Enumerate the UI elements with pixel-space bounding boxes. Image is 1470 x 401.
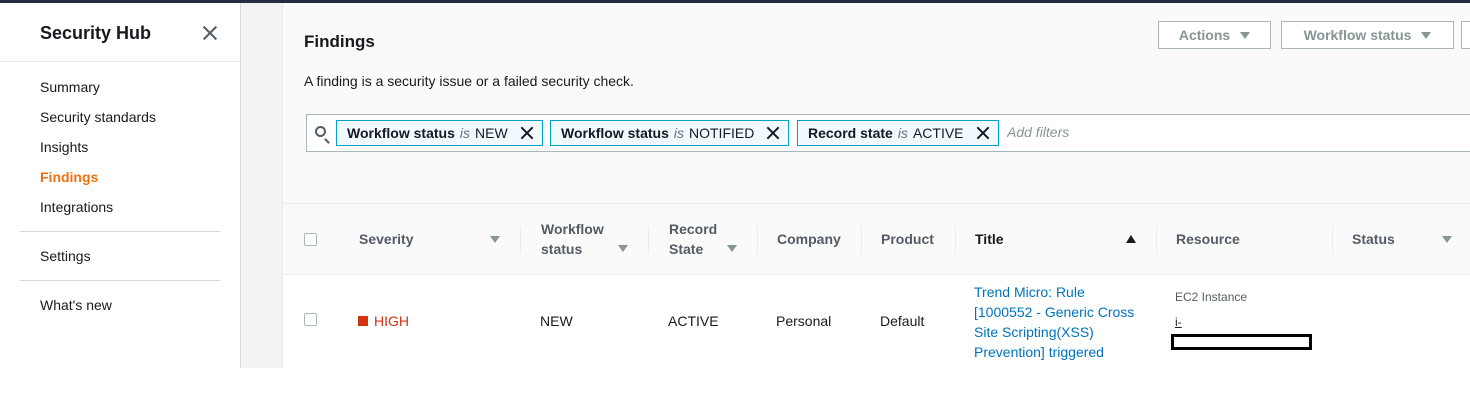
panel-header: Findings A finding is a security issue o…: [283, 3, 1470, 204]
caret-down-icon: [1421, 31, 1432, 39]
column-label: Workflow: [541, 221, 604, 237]
sidebar-item-whats-new[interactable]: What's new: [40, 297, 112, 313]
column-header-company[interactable]: Company: [777, 204, 841, 274]
filter-key: Workflow status: [561, 125, 669, 141]
column-label: Severity: [359, 231, 414, 247]
column-header-record-state[interactable]: Record State: [669, 204, 717, 274]
sidebar-item-security-standards[interactable]: Security standards: [40, 109, 156, 125]
column-header-resource[interactable]: Resource: [1176, 204, 1240, 274]
severity-cell: HIGH: [358, 313, 409, 329]
column-header-workflow-status[interactable]: Workflow status: [541, 204, 604, 274]
column-divider: [1156, 226, 1157, 254]
resource-id-link[interactable]: i-: [1175, 315, 1182, 329]
sidebar-divider: [20, 280, 220, 281]
sort-icon[interactable]: [727, 245, 737, 252]
filter-operator: is: [673, 125, 684, 141]
product-cell: Default: [880, 313, 925, 329]
column-label: Company: [777, 231, 841, 247]
filter-operator: is: [897, 125, 908, 141]
column-divider: [955, 226, 956, 254]
sidebar-item-findings[interactable]: Findings: [40, 169, 98, 185]
workflow-status-button[interactable]: Workflow status: [1281, 21, 1454, 49]
findings-panel: Findings A finding is a security issue o…: [282, 3, 1470, 368]
filter-bar[interactable]: Workflow status is NEW Workflow status i…: [306, 114, 1470, 152]
actions-button[interactable]: Actions: [1158, 21, 1271, 49]
sidebar-divider: [20, 231, 220, 232]
sidebar-item-settings[interactable]: Settings: [40, 248, 91, 264]
remove-filter-icon[interactable]: [976, 126, 990, 140]
side-navigation: Security Hub Summary Security standards …: [0, 3, 241, 368]
column-label: Record: [669, 221, 718, 237]
workflow-status-cell: NEW: [540, 313, 573, 329]
filter-key: Record state: [808, 125, 893, 141]
page-title: Findings: [304, 32, 375, 51]
select-all-checkbox[interactable]: [304, 233, 317, 246]
filter-key: Workflow status: [347, 125, 455, 141]
column-label: Resource: [1176, 231, 1240, 247]
finding-title-link[interactable]: Trend Micro: Rule [1000552 - Generic Cro…: [974, 282, 1134, 362]
filter-token-workflow-status-notified: Workflow status is NOTIFIED: [550, 120, 790, 146]
actions-label: Actions: [1178, 27, 1231, 43]
close-icon[interactable]: [200, 23, 220, 43]
redaction-box: [1171, 334, 1312, 350]
column-label: Title: [975, 231, 1004, 247]
column-divider: [861, 226, 862, 254]
title-line: Prevention] triggered: [974, 344, 1104, 360]
column-divider: [1332, 226, 1333, 254]
sort-icon[interactable]: [618, 245, 628, 252]
resource-type: EC2 Instance: [1175, 290, 1248, 304]
filter-value: NOTIFIED: [689, 125, 755, 141]
column-header-product[interactable]: Product: [881, 204, 934, 274]
sidebar-title: Security Hub: [40, 23, 152, 43]
remove-filter-icon[interactable]: [766, 126, 780, 140]
sort-ascending-icon[interactable]: [1126, 235, 1136, 243]
filter-token-workflow-status-new: Workflow status is NEW: [336, 120, 543, 146]
caret-down-icon: [1240, 31, 1251, 39]
column-header-title[interactable]: Title: [975, 204, 1004, 274]
severity-label: HIGH: [374, 313, 409, 329]
column-divider: [520, 226, 521, 254]
column-label: State: [669, 241, 704, 257]
remove-filter-icon[interactable]: [520, 126, 534, 140]
table-header: Severity Workflow status Record State Comp…: [283, 204, 1470, 275]
filter-value: ACTIVE: [912, 125, 964, 141]
column-label: Product: [881, 231, 934, 247]
company-cell: Personal: [776, 313, 832, 329]
severity-indicator-icon: [358, 316, 368, 326]
page-bottom: [0, 368, 1470, 401]
sidebar-header-divider: [0, 61, 240, 62]
column-divider: [757, 226, 758, 254]
table-row[interactable]: HIGH NEW ACTIVE Personal Default Trend M…: [283, 275, 1470, 368]
title-line: Trend Micro: Rule: [974, 284, 1085, 300]
record-state-cell: ACTIVE: [668, 313, 719, 329]
workflow-status-label: Workflow status: [1303, 27, 1412, 43]
filter-value: NEW: [475, 125, 508, 141]
sort-icon[interactable]: [1442, 236, 1452, 243]
column-label: status: [541, 241, 583, 257]
page-description: A finding is a security issue or a faile…: [304, 73, 634, 89]
sidebar-item-summary[interactable]: Summary: [40, 79, 100, 95]
sidebar-item-integrations[interactable]: Integrations: [40, 199, 113, 215]
filter-token-record-state-active: Record state is ACTIVE: [797, 120, 999, 146]
title-line: [1000552 - Generic Cross: [974, 304, 1135, 320]
sort-icon[interactable]: [490, 236, 500, 243]
layout-gutter: [241, 3, 282, 368]
search-icon: [315, 126, 326, 137]
filter-operator: is: [459, 125, 470, 141]
title-line: Site Scripting(XSS): [974, 324, 1094, 340]
column-label: Status: [1352, 231, 1395, 247]
add-filters-input[interactable]: [1005, 123, 1309, 141]
column-header-status[interactable]: Status: [1352, 204, 1395, 274]
row-checkbox[interactable]: [304, 313, 317, 326]
column-header-severity[interactable]: Severity: [359, 204, 413, 274]
sidebar-item-insights[interactable]: Insights: [40, 139, 88, 155]
more-button[interactable]: [1461, 21, 1470, 49]
column-divider: [648, 226, 649, 254]
